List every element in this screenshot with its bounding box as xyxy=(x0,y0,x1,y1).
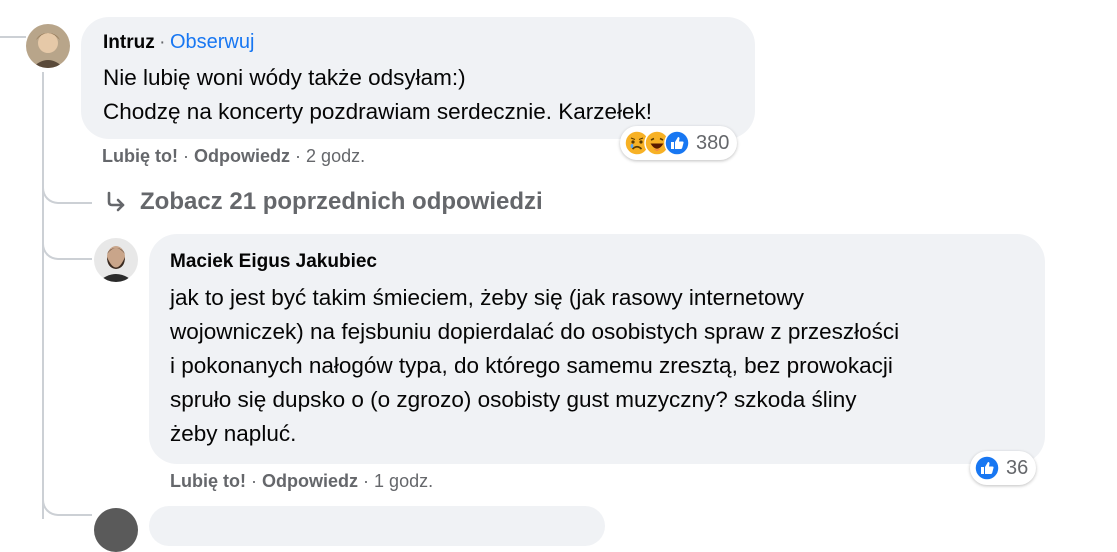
comment-text-line: wojowniczek) na fejsbuniu dopierdalać do… xyxy=(170,319,900,344)
comment-text: Nie lubię woni wódy także odsyłam:) Chod… xyxy=(103,61,652,129)
comment-bubble-intruz: Intruz · Obserwuj Nie lubię woni wódy ta… xyxy=(81,17,755,139)
comment-actions: Lubię to! · Odpowiedz · 1 godz. xyxy=(170,471,433,492)
comment-actions: Lubię to! · Odpowiedz · 2 godz. xyxy=(102,146,365,167)
separator: · xyxy=(251,471,257,491)
reply-link[interactable]: Odpowiedz xyxy=(194,146,290,166)
like-link[interactable]: Lubię to! xyxy=(170,471,246,491)
reply-arrow-icon xyxy=(107,191,125,212)
avatar-maciek[interactable] xyxy=(94,238,138,282)
comment-bubble-next xyxy=(149,506,605,546)
avatar-intruz[interactable] xyxy=(26,24,70,68)
comment-timestamp[interactable]: 2 godz. xyxy=(306,146,365,166)
separator: · xyxy=(363,471,370,491)
reactions-summary[interactable]: 380 xyxy=(620,126,738,160)
previous-comment-remnant xyxy=(100,0,370,2)
separator: · xyxy=(159,32,166,53)
reaction-count: 380 xyxy=(696,131,730,154)
view-previous-replies[interactable]: Zobacz 21 poprzednich odpowiedzi xyxy=(104,188,543,216)
thread-line-branch-more xyxy=(42,180,92,204)
thread-line-branch-top xyxy=(0,36,26,38)
comment-text: jak to jest być takim śmieciem, żeby się… xyxy=(170,281,899,451)
thread-line-branch-reply xyxy=(42,236,92,260)
view-previous-replies-label[interactable]: Zobacz 21 poprzednich odpowiedzi xyxy=(140,188,543,216)
comment-author[interactable]: Intruz xyxy=(103,32,155,53)
comment-text-line: jak to jest być takim śmieciem, żeby się… xyxy=(170,285,804,310)
reply-link[interactable]: Odpowiedz xyxy=(262,471,358,491)
comment-author[interactable]: Maciek Eigus Jakubiec xyxy=(170,251,377,273)
avatar-next-comment[interactable] xyxy=(94,508,138,552)
comment-bubble-maciek: Maciek Eigus Jakubiec jak to jest być ta… xyxy=(149,234,1045,464)
separator: · xyxy=(295,146,302,166)
comment-text-line: Nie lubię woni wódy także odsyłam:) xyxy=(103,65,466,90)
comment-text-line: spruło się dupsko o (o zgrozo) osobisty … xyxy=(170,387,857,412)
follow-link[interactable]: Obserwuj xyxy=(170,31,254,53)
comment-text-line: i pokonanych nałogów typa, do którego sa… xyxy=(170,353,893,378)
reaction-count: 36 xyxy=(1006,456,1029,479)
comment-text-line: Chodzę na koncerty pozdrawiam serdecznie… xyxy=(103,99,653,124)
comment-text-line: żeby napluć. xyxy=(170,421,297,446)
comment-timestamp[interactable]: 1 godz. xyxy=(374,471,433,491)
thread-line-main xyxy=(42,72,44,519)
like-reaction-icon xyxy=(664,130,690,156)
thread-line-branch-next xyxy=(42,494,92,516)
like-reaction-icon xyxy=(974,455,1000,481)
like-link[interactable]: Lubię to! xyxy=(102,146,178,166)
separator: · xyxy=(183,146,189,166)
reactions-summary[interactable]: 36 xyxy=(970,451,1037,485)
